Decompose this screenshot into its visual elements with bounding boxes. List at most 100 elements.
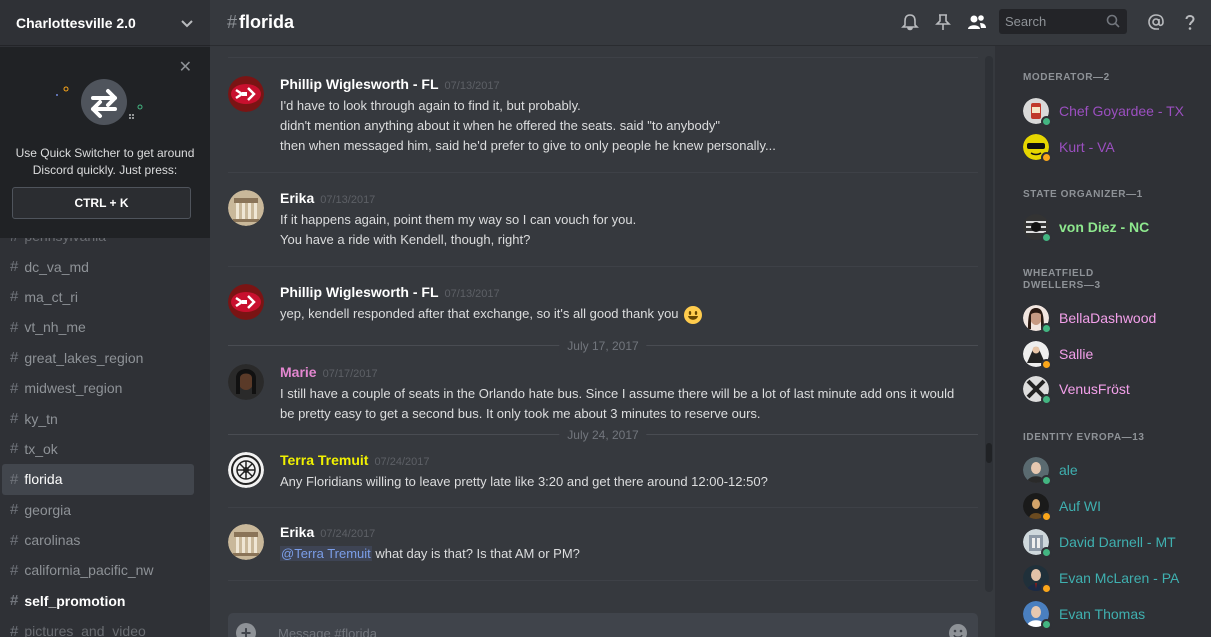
member-item[interactable]: Auf WI (1023, 493, 1203, 525)
bell-icon[interactable] (900, 12, 920, 32)
help-icon[interactable] (1180, 12, 1200, 32)
channel-item-carolinas[interactable]: # carolinas (2, 525, 194, 555)
quick-switcher-icon (56, 79, 143, 125)
members-icon[interactable] (967, 12, 987, 32)
channel-item-ma-ct-ri[interactable]: # ma_ct_ri (2, 282, 194, 312)
role-header: IDENTITY EVROPA—13 (1023, 432, 1145, 443)
author-name[interactable]: Phillip Wiglesworth - FL (280, 76, 439, 92)
member-name: Auf WI (1059, 498, 1102, 514)
avatar (1023, 601, 1052, 630)
message-author[interactable]: Erika 07/24/2017 (280, 524, 375, 540)
message-author[interactable]: Phillip Wiglesworth - FL 07/13/2017 (280, 76, 500, 92)
author-name[interactable]: Marie (280, 364, 317, 380)
channel-item-georgia[interactable]: # georgia (2, 495, 194, 525)
message-content: Any Floridians willing to leave pretty l… (280, 472, 980, 492)
status-idle (1041, 583, 1052, 594)
message-author[interactable]: Marie 07/17/2017 (280, 364, 378, 380)
avatar[interactable] (228, 364, 264, 400)
status-idle (1041, 359, 1052, 370)
upload-plus-icon[interactable]: + (236, 623, 256, 637)
channel-item-vt-nh-me[interactable]: # vt_nh_me (2, 312, 194, 342)
message-content: If it happens again, point them my way s… (280, 210, 980, 250)
channel-name: ma_ct_ri (24, 288, 79, 305)
avatar[interactable] (228, 524, 264, 560)
avatar (1023, 214, 1052, 243)
channel-item-dc-va-md[interactable]: # dc_va_md (2, 251, 194, 281)
message-author[interactable]: Phillip Wiglesworth - FL 07/13/2017 (280, 284, 500, 300)
message-line: be pretty easy to get a second bus. It o… (280, 406, 761, 421)
search-icon[interactable] (1106, 14, 1120, 28)
channel-item-florida[interactable]: # florida (2, 464, 194, 495)
avatar[interactable] (228, 452, 264, 488)
channel-item-midwest-region[interactable]: # midwest_region (2, 373, 194, 403)
hash-icon: # (10, 592, 19, 610)
message-composer[interactable]: + Message #florida (228, 613, 978, 637)
search-input[interactable]: Search (999, 9, 1127, 34)
member-item[interactable]: ale (1023, 457, 1203, 489)
message-scrollbar[interactable] (985, 56, 993, 592)
member-list: MODERATOR—2 Chef Goyardee - TX Kurt - VA… (995, 46, 1211, 637)
channel-name: florida (24, 471, 63, 488)
avatar[interactable] (228, 76, 264, 112)
smiley-emoji-icon (683, 305, 702, 324)
avatar (1023, 457, 1052, 486)
hash-icon: # (10, 318, 19, 336)
emoji-picker-icon[interactable] (948, 623, 968, 637)
author-name[interactable]: Erika (280, 524, 314, 540)
channel-item-self-promotion[interactable]: # self_promotion (2, 586, 194, 616)
message-timestamp: 07/13/2017 (444, 80, 500, 92)
close-icon[interactable]: ✕ (179, 57, 192, 77)
avatar[interactable] (228, 284, 264, 320)
member-item[interactable]: Evan McLaren - PA (1023, 565, 1203, 597)
chevron-down-icon[interactable] (180, 16, 194, 30)
status-online (1041, 323, 1052, 334)
status-online (1041, 547, 1052, 558)
member-name: VenusFröst (1059, 381, 1130, 397)
author-name[interactable]: Terra Tremuit (280, 452, 368, 468)
message-content: I still have a couple of seats in the Or… (280, 384, 980, 424)
member-item[interactable]: Kurt - VA (1023, 134, 1203, 166)
message-author[interactable]: Erika 07/13/2017 (280, 190, 375, 206)
hash-icon: # (10, 440, 19, 458)
channel-sidebar: Charlottesville 2.0 ✕ Use Quick Switcher… (0, 0, 210, 637)
scrollbar-thumb[interactable] (986, 443, 992, 463)
message-content: @Terra Tremuit what day is that? Is that… (280, 544, 980, 564)
quick-switcher-line1: Use Quick Switcher to get around (15, 146, 195, 160)
message-content: yep, kendell responded after that exchan… (280, 304, 980, 325)
author-name[interactable]: Phillip Wiglesworth - FL (280, 284, 439, 300)
quick-switcher-shortcut[interactable]: CTRL + K (12, 187, 191, 219)
pin-icon[interactable] (933, 12, 953, 32)
hash-icon: # (10, 531, 19, 549)
channel-item-great-lakes-region[interactable]: # great_lakes_region (2, 343, 194, 373)
member-item[interactable]: Sallie (1023, 341, 1203, 373)
message-line: I still have a couple of seats in the Or… (280, 386, 955, 401)
avatar (1023, 565, 1052, 594)
channel-item-ky-tn[interactable]: # ky_tn (2, 403, 194, 433)
user-mention[interactable]: @Terra Tremuit (280, 546, 372, 561)
channel-name: dc_va_md (24, 258, 89, 275)
guild-header[interactable]: Charlottesville 2.0 (0, 0, 210, 46)
message-timestamp: 07/13/2017 (444, 288, 500, 300)
discord-app: Charlottesville 2.0 ✕ Use Quick Switcher… (0, 0, 1211, 637)
search-placeholder: Search (1005, 14, 1047, 29)
member-item[interactable]: David Darnell - MT (1023, 529, 1203, 561)
member-item[interactable]: VenusFröst (1023, 376, 1203, 408)
message-line: Any Floridians willing to leave pretty l… (280, 474, 768, 489)
member-item[interactable]: Evan Thomas (1023, 601, 1203, 633)
status-online (1041, 475, 1052, 486)
status-online (1041, 394, 1052, 405)
channel-item-pictures-and-video[interactable]: # pictures_and_video (2, 616, 194, 637)
member-item[interactable]: Chef Goyardee - TX (1023, 98, 1203, 130)
member-name: BellaDashwood (1059, 310, 1157, 326)
mention-icon[interactable] (1146, 12, 1166, 32)
channel-item-california-pacific-nw[interactable]: # california_pacific_nw (2, 555, 194, 585)
channel-item-tx-ok[interactable]: # tx_ok (2, 434, 194, 464)
avatar[interactable] (228, 190, 264, 226)
role-header: MODERATOR—2 (1023, 72, 1110, 83)
member-item[interactable]: von Diez - NC (1023, 214, 1203, 246)
hash-icon: # (10, 288, 19, 306)
author-name[interactable]: Erika (280, 190, 314, 206)
message-line: If it happens again, point them my way s… (280, 212, 637, 227)
message-author[interactable]: Terra Tremuit 07/24/2017 (280, 452, 430, 468)
member-item[interactable]: BellaDashwood (1023, 305, 1203, 337)
